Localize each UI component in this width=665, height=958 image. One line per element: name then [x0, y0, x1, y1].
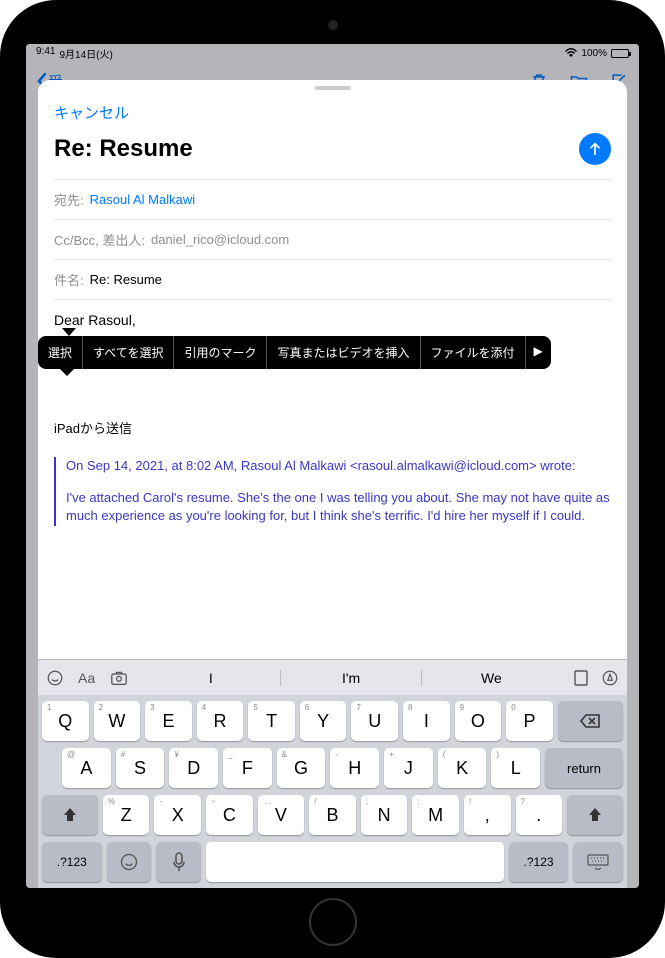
cc-label: Cc/Bcc, 差出人: [54, 230, 145, 249]
quoted-header: On Sep 14, 2021, at 8:02 AM, Rasoul Al M… [66, 457, 611, 475]
keyboard: Aa I I'm We 1Q2W3E4R5T6Y7U8I9O0P [38, 659, 627, 888]
shift-key[interactable] [567, 795, 623, 835]
home-button[interactable] [309, 898, 357, 946]
key-M[interactable]: :M [412, 795, 459, 835]
key-K[interactable]: (K [438, 748, 487, 788]
emoji-key[interactable] [107, 842, 152, 882]
numkey-right[interactable]: .?123 [509, 842, 569, 882]
quoted-body: I've attached Carol's resume. She's the … [66, 489, 611, 525]
key-X[interactable]: -X [154, 795, 201, 835]
suggestion-3[interactable]: We [421, 670, 561, 686]
compose-body[interactable]: Dear Rasoul, 選択 すべてを選択 引用のマーク 写真またはビデオを挿… [38, 300, 627, 659]
subject-value: Re: Resume [90, 272, 162, 287]
signature: iPadから送信 [54, 418, 611, 437]
suggestion-2[interactable]: I'm [280, 670, 420, 686]
key-Q[interactable]: 1Q [42, 701, 89, 741]
cancel-button[interactable]: キャンセル [54, 102, 129, 123]
key-W[interactable]: 2W [94, 701, 141, 741]
to-label: 宛先: [54, 190, 84, 209]
ipad-frame: 9:41 9月14日(火) 100% 受 [0, 0, 665, 958]
body-greeting: Dear Rasoul, [54, 312, 611, 328]
draw-icon[interactable] [601, 669, 619, 687]
cm-quote-mark[interactable]: 引用のマーク [174, 336, 267, 369]
subject-field[interactable]: 件名: Re: Resume [54, 259, 611, 300]
compose-sheet: キャンセル Re: Resume 宛先: Rasoul Al Malkawi C… [38, 80, 627, 888]
shift-key[interactable] [42, 795, 98, 835]
key-L[interactable]: )L [491, 748, 540, 788]
cm-select-all[interactable]: すべてを選択 [83, 336, 174, 369]
cm-attach-file[interactable]: ファイルを添付 [421, 336, 526, 369]
key-I[interactable]: 8I [403, 701, 450, 741]
compose-title: Re: Resume [54, 135, 193, 163]
key-D[interactable]: ¥D [169, 748, 218, 788]
key-T[interactable]: 5T [248, 701, 295, 741]
cm-select[interactable]: 選択 [38, 336, 83, 369]
keyboard-keys: 1Q2W3E4R5T6Y7U8I9O0P @A#S¥D_F&G-H+J(K)Lr… [38, 695, 627, 888]
return-key[interactable]: return [545, 748, 623, 788]
screen: 9:41 9月14日(火) 100% 受 [26, 44, 639, 888]
key-U[interactable]: 7U [351, 701, 398, 741]
numkey-left[interactable]: .?123 [42, 842, 102, 882]
subject-label: 件名: [54, 270, 84, 289]
key-F[interactable]: _F [223, 748, 272, 788]
emoji-text-icon[interactable] [46, 669, 64, 687]
key-R[interactable]: 4R [197, 701, 244, 741]
camera-icon[interactable] [109, 670, 129, 686]
quoted-block: On Sep 14, 2021, at 8:02 AM, Rasoul Al M… [54, 457, 611, 526]
key-S[interactable]: #S [116, 748, 165, 788]
to-value: Rasoul Al Malkawi [90, 192, 196, 207]
backspace-key[interactable] [558, 701, 623, 741]
mic-key[interactable] [156, 842, 201, 882]
format-icon[interactable]: Aa [78, 670, 95, 686]
send-button[interactable] [579, 133, 611, 165]
key-G[interactable]: &G [277, 748, 326, 788]
key-O[interactable]: 9O [455, 701, 502, 741]
key-V[interactable]: …V [258, 795, 305, 835]
key-Y[interactable]: 6Y [300, 701, 347, 741]
scan-icon[interactable] [573, 669, 589, 687]
cm-insert-photo-video[interactable]: 写真またはビデオを挿入 [267, 336, 420, 369]
key-,[interactable]: !, [464, 795, 511, 835]
key-J[interactable]: +J [384, 748, 433, 788]
camera-dot [328, 20, 338, 30]
key-N[interactable]: ;N [361, 795, 408, 835]
cc-field[interactable]: Cc/Bcc, 差出人: daniel_rico@icloud.com [54, 219, 611, 259]
cc-value: daniel_rico@icloud.com [151, 232, 289, 247]
key-A[interactable]: @A [62, 748, 111, 788]
to-field[interactable]: 宛先: Rasoul Al Malkawi [54, 179, 611, 219]
keyboard-toolbar: Aa I I'm We [38, 659, 627, 695]
key-B[interactable]: /B [309, 795, 356, 835]
key-C[interactable]: ~C [206, 795, 253, 835]
key-E[interactable]: 3E [145, 701, 192, 741]
key-H[interactable]: -H [330, 748, 379, 788]
cm-more[interactable]: ▶ [526, 336, 551, 369]
context-menu: 選択 すべてを選択 引用のマーク 写真またはビデオを挿入 ファイルを添付 ▶ [38, 336, 551, 369]
key-P[interactable]: 0P [506, 701, 553, 741]
key-.[interactable]: ?. [516, 795, 563, 835]
suggestion-1[interactable]: I [141, 670, 280, 686]
key-Z[interactable]: %Z [103, 795, 150, 835]
sheet-grabber[interactable] [315, 86, 351, 90]
space-key[interactable] [206, 842, 504, 882]
hide-keyboard-key[interactable] [573, 842, 623, 882]
